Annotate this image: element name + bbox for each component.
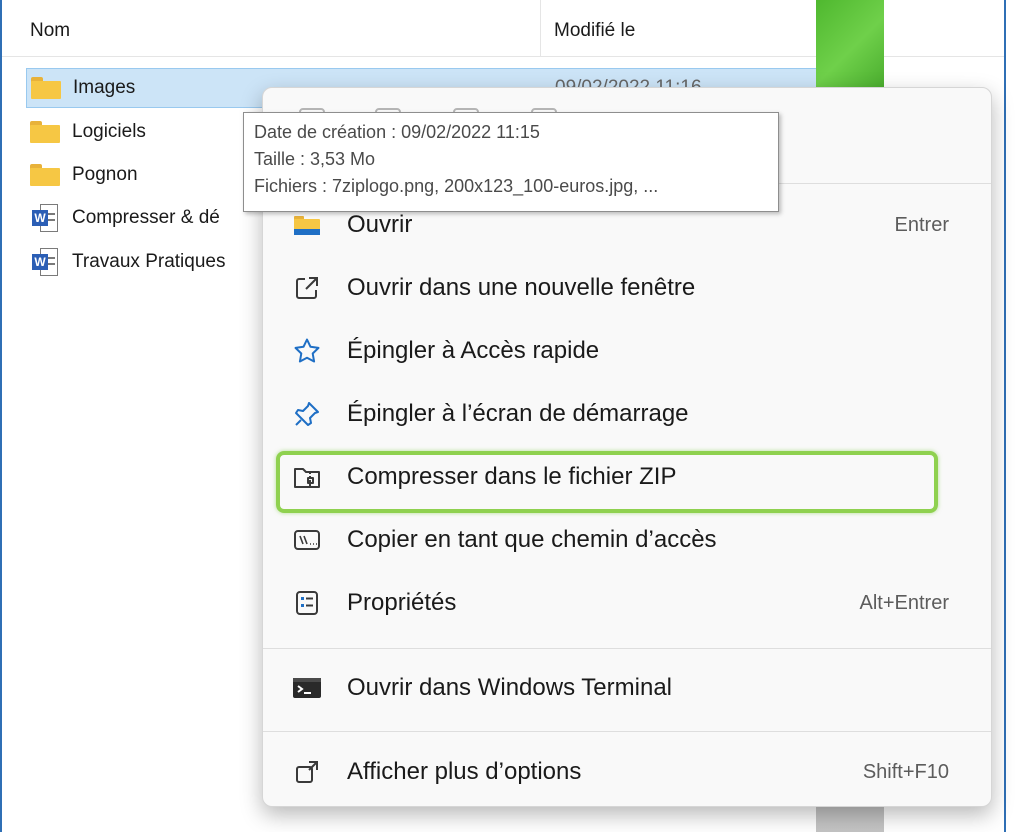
folder-icon (30, 164, 60, 186)
folder-icon (293, 211, 321, 239)
file-row-compresser[interactable]: W Compresser & dé (26, 198, 220, 238)
menu-item-label: Épingler à Accès rapide (347, 337, 600, 364)
file-name: Pognon (72, 164, 138, 185)
properties-icon (293, 589, 321, 617)
tooltip-files: Fichiers : 7ziplogo.png, 200x123_100-eur… (254, 176, 659, 196)
menu-item-open-new-window[interactable]: Ouvrir dans une nouvelle fenêtre (277, 262, 977, 314)
menu-item-properties[interactable]: Propriétés Alt+Entrer (277, 577, 977, 629)
menu-divider (263, 731, 991, 732)
copy-path-icon (293, 526, 321, 554)
pin-icon (293, 400, 321, 428)
word-document-icon: W (32, 204, 58, 232)
column-modified[interactable]: Modifié le (554, 20, 635, 42)
menu-item-pin-quick-access[interactable]: Épingler à Accès rapide (277, 325, 977, 377)
menu-item-label: Afficher plus d’options (347, 758, 582, 785)
file-name: Images (73, 77, 136, 98)
menu-item-label: Ouvrir dans une nouvelle fenêtre (347, 274, 696, 301)
menu-item-windows-terminal[interactable]: Ouvrir dans Windows Terminal (277, 662, 977, 714)
tooltip-created: Date de création : 09/02/2022 11:15 (254, 122, 540, 142)
terminal-icon (293, 674, 321, 702)
menu-item-more-options[interactable]: Afficher plus d’options Shift+F10 (277, 746, 977, 798)
column-separator[interactable] (540, 0, 541, 56)
menu-item-shortcut: Entrer (894, 213, 949, 236)
menu-item-label: Copier en tant que chemin d’accès (347, 526, 717, 553)
folder-tooltip: Date de création : 09/02/2022 11:15 Tail… (243, 112, 779, 212)
word-document-icon: W (32, 248, 58, 276)
menu-item-copy-path[interactable]: Copier en tant que chemin d’accès (277, 514, 977, 566)
file-name: Travaux Pratiques (72, 251, 226, 272)
file-name: Compresser & dé (72, 207, 220, 228)
menu-item-shortcut: Shift+F10 (862, 760, 949, 783)
column-name[interactable]: Nom (30, 20, 70, 42)
menu-item-pin-start[interactable]: Épingler à l’écran de démarrage (277, 388, 977, 440)
highlight-outline (276, 451, 938, 513)
more-options-icon (293, 758, 321, 786)
folder-icon (30, 121, 60, 143)
folder-icon (31, 77, 61, 99)
menu-item-label: Propriétés (347, 589, 457, 616)
file-row-pognon[interactable]: Pognon (26, 155, 138, 195)
tooltip-size: Taille : 3,53 Mo (254, 149, 376, 169)
menu-item-label: Ouvrir dans Windows Terminal (347, 674, 672, 701)
menu-item-shortcut: Alt+Entrer (859, 591, 949, 614)
file-name: Logiciels (72, 121, 146, 142)
menu-item-label: Ouvrir (347, 211, 413, 238)
open-new-window-icon (293, 274, 321, 302)
star-icon (293, 337, 321, 365)
menu-item-label: Épingler à l’écran de démarrage (347, 400, 689, 427)
menu-divider (263, 648, 991, 649)
file-row-logiciels[interactable]: Logiciels (26, 112, 146, 152)
file-row-travaux[interactable]: W Travaux Pratiques (26, 242, 225, 282)
